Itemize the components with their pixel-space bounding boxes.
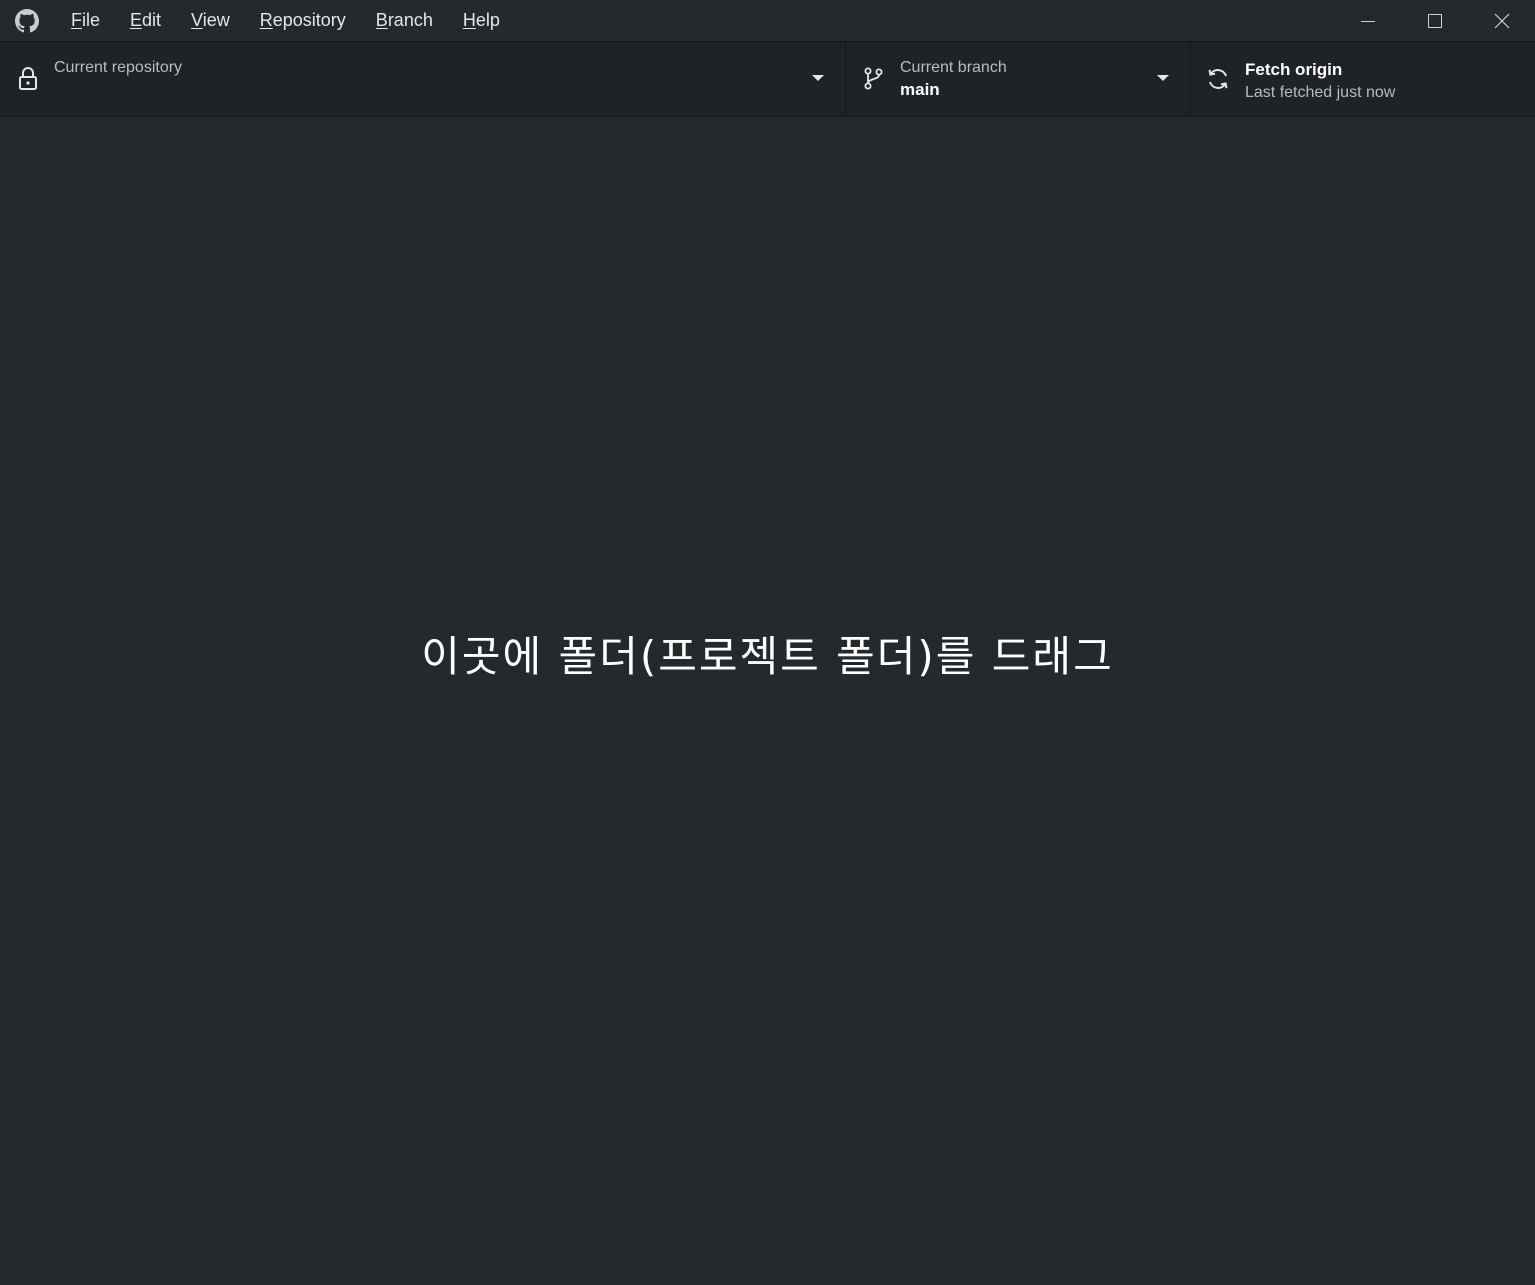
fetch-origin-button[interactable]: Fetch origin Last fetched just now [1191, 42, 1535, 116]
title-bar: File Edit View Repository Branch Help [0, 0, 1535, 41]
git-branch-icon [862, 66, 886, 92]
fetch-origin-title: Fetch origin [1245, 60, 1343, 79]
menu-help[interactable]: Help [448, 0, 515, 41]
maximize-icon [1427, 13, 1442, 28]
current-branch-label: Current branch [900, 59, 1007, 76]
close-button[interactable] [1468, 0, 1535, 41]
menu-edit[interactable]: Edit [115, 0, 176, 41]
current-branch-button[interactable]: Current branch main [846, 42, 1191, 116]
repository-dropdown-caret-icon [812, 75, 824, 81]
minimize-icon [1360, 20, 1375, 22]
window-controls [1334, 0, 1535, 41]
menu-file[interactable]: File [56, 0, 115, 41]
branch-dropdown-caret-icon [1157, 75, 1169, 81]
menu-bar: File Edit View Repository Branch Help [56, 0, 515, 41]
close-icon [1494, 13, 1509, 28]
menu-view[interactable]: View [176, 0, 245, 41]
drop-folder-message: 이곳에 폴더(프로젝트 폴더)를 드래그 [421, 632, 1114, 681]
drop-zone[interactable]: 이곳에 폴더(프로젝트 폴더)를 드래그 [0, 117, 1535, 1285]
menu-branch[interactable]: Branch [361, 0, 448, 41]
minimize-button[interactable] [1334, 0, 1401, 41]
maximize-button[interactable] [1401, 0, 1468, 41]
lock-icon [16, 66, 40, 92]
current-repository-button[interactable]: Current repository [0, 42, 846, 116]
current-branch-name: main [900, 80, 940, 99]
github-logo-icon [14, 8, 40, 34]
menu-repository[interactable]: Repository [245, 0, 361, 41]
current-repository-label: Current repository [54, 59, 183, 76]
last-fetched-status: Last fetched just now [1245, 84, 1396, 101]
toolbar: Current repository Current branch main F… [0, 41, 1535, 117]
sync-icon [1206, 66, 1230, 92]
